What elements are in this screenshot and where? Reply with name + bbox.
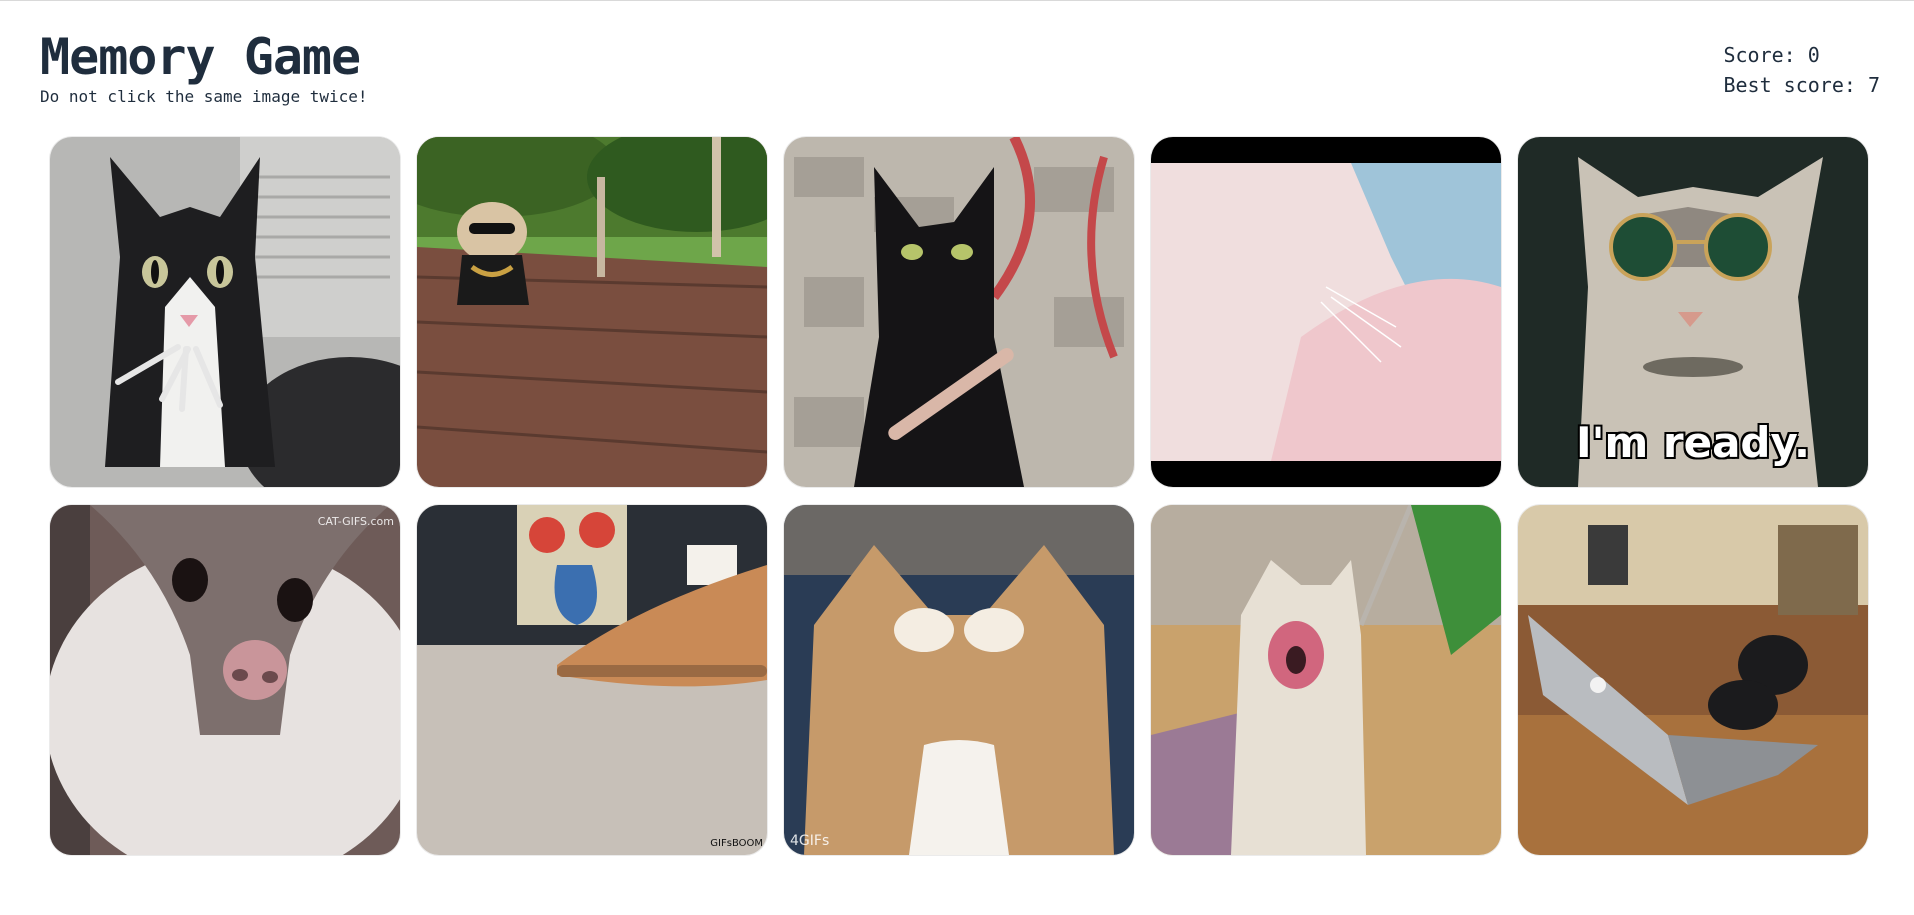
tuxedo-cat-smoking-image [50,137,400,487]
page-header: Memory Game Do not click the same image … [40,28,1880,118]
card-2[interactable] [417,137,767,487]
card-3[interactable] [784,137,1134,487]
top-border [0,0,1914,1]
card-10[interactable] [1518,505,1868,855]
card-1[interactable] [50,137,400,487]
page-title: Memory Game [40,28,361,86]
card-6[interactable]: CAT-GIFS.com [50,505,400,855]
cat-covering-eyes-image [784,505,1134,855]
card-7[interactable]: GIFsBOOM [417,505,767,855]
scoreboard: Score: 0 Best score: 7 [1723,40,1880,100]
current-score: Score: 0 [1723,43,1820,67]
card-4[interactable] [1151,137,1501,487]
watermark: CAT-GIFS.com [317,515,394,528]
cat-face-closeup-image [50,505,400,855]
card-5[interactable]: I'm ready. [1518,137,1868,487]
cat-on-laptop-image [1518,505,1868,855]
watermark: GIFsBOOM [710,838,763,849]
black-cat-nail-file-image [784,137,1134,487]
cat-paw-on-carpet-image [417,505,767,855]
best-score: Best score: 7 [1723,73,1880,97]
cat-with-pink-mouth-image [1151,505,1501,855]
white-cat-closeup-image [1151,137,1501,487]
cat-in-sunglasses-on-deck-image [417,137,767,487]
page-subtitle: Do not click the same image twice! [40,87,368,106]
card-grid: I'm ready. CAT-GIFS.com GIFsBOOM 4GIFs [50,137,1868,855]
card-caption: I'm ready. [1576,418,1810,467]
card-9[interactable] [1151,505,1501,855]
card-8[interactable]: 4GIFs [784,505,1134,855]
watermark: 4GIFs [790,833,830,849]
